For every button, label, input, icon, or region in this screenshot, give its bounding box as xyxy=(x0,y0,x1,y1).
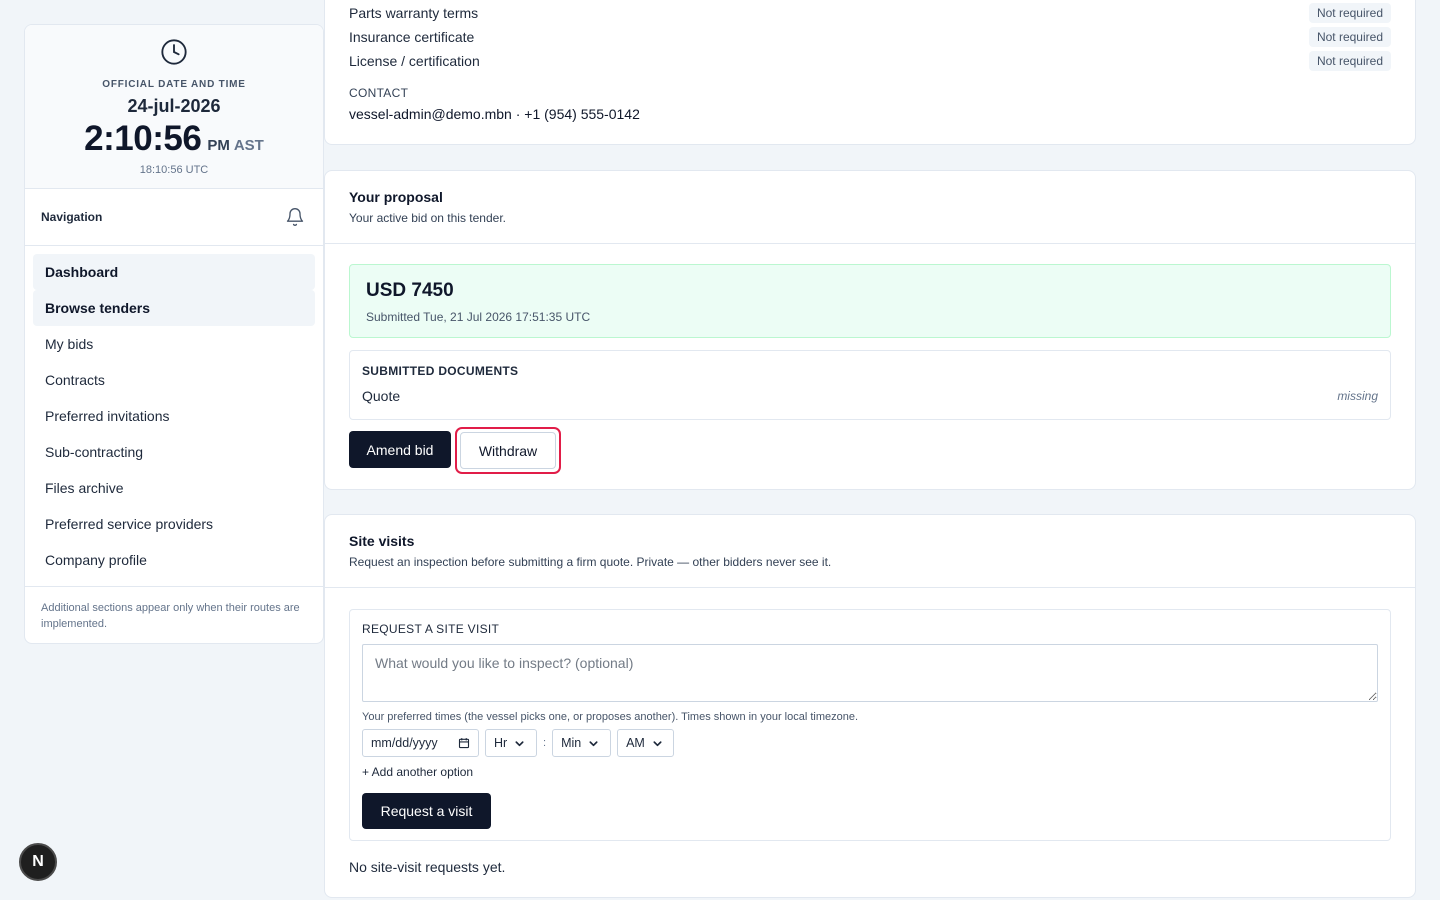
calendar-icon xyxy=(458,738,470,749)
clock-utc: 18:10:56 UTC xyxy=(139,164,209,176)
document-status: missing xyxy=(1337,389,1378,403)
proposal-title: Your proposal xyxy=(349,189,443,205)
inspection-notes-input[interactable] xyxy=(362,644,1378,702)
proposal-subtitle: Your active bid on this tender. xyxy=(349,211,506,225)
sidebar: OFFICIAL DATE AND TIME 24-jul-2026 2:10:… xyxy=(24,24,324,644)
dev-tools-badge-label: N xyxy=(32,853,44,870)
site-visits-subtitle: Request an inspection before submitting … xyxy=(349,555,832,569)
withdraw-button[interactable]: Withdraw xyxy=(460,432,556,469)
proposal-card: Your proposal Your active bid on this te… xyxy=(324,170,1416,490)
ampm-select[interactable]: AM xyxy=(617,729,675,757)
sidebar-item-company-profile[interactable]: Company profile xyxy=(33,542,315,578)
minute-select[interactable]: Min xyxy=(552,729,612,757)
clock-time: 2:10:56 xyxy=(84,119,202,158)
site-visit-form-title: REQUEST A SITE VISIT xyxy=(362,622,500,636)
preferred-times-hint: Your preferred times (the vessel picks o… xyxy=(362,711,859,723)
bid-submitted-date: Submitted Tue, 21 Jul 2026 17:51:35 UTC xyxy=(366,310,591,324)
chevron-down-icon xyxy=(653,740,662,746)
clock-time-row: 2:10:56 PM AST xyxy=(25,119,323,159)
site-visits-header: Site visits Request an inspection before… xyxy=(325,515,1415,588)
documents-title: SUBMITTED DOCUMENTS xyxy=(362,364,519,378)
document-name: Quote xyxy=(362,388,401,404)
nav-header: Navigation xyxy=(25,189,323,246)
add-time-option-link[interactable]: + Add another option xyxy=(362,765,473,779)
sidebar-item-my-bids[interactable]: My bids xyxy=(33,326,315,362)
requirement-label: Insurance certificate xyxy=(349,29,475,45)
sidebar-item-dashboard[interactable]: Dashboard xyxy=(33,254,315,290)
amend-bid-button[interactable]: Amend bid xyxy=(349,431,451,468)
clock-date: 24-jul-2026 xyxy=(127,96,221,116)
requirements-card: Parts warranty terms Not required Insura… xyxy=(324,0,1416,145)
proposal-header: Your proposal Your active bid on this te… xyxy=(325,171,1415,244)
official-clock: OFFICIAL DATE AND TIME 24-jul-2026 2:10:… xyxy=(25,25,323,189)
contact-value: vessel-admin@demo.mbn · +1 (954) 555-014… xyxy=(349,106,640,122)
bid-summary: USD 7450 Submitted Tue, 21 Jul 2026 17:5… xyxy=(349,264,1391,338)
clock-icon xyxy=(161,39,187,65)
chevron-down-icon xyxy=(589,740,598,746)
requirement-label: Parts warranty terms xyxy=(349,5,479,21)
requirement-row: Parts warranty terms Not required xyxy=(349,1,1391,25)
dev-tools-badge[interactable]: N xyxy=(19,843,57,881)
list-item: Quote missing xyxy=(362,388,1378,404)
status-badge: Not required xyxy=(1308,3,1391,23)
hour-select[interactable]: Hr xyxy=(485,729,537,757)
site-visits-empty-state: No site-visit requests yet. xyxy=(349,859,506,875)
bell-icon[interactable] xyxy=(285,207,305,227)
sidebar-item-sub-contracting[interactable]: Sub-contracting xyxy=(33,434,315,470)
nav-list: Dashboard Browse tenders My bids Contrac… xyxy=(25,246,323,587)
hour-select-value: Hr xyxy=(494,736,508,750)
date-input[interactable]: mm/dd/yyyy xyxy=(362,729,479,757)
sidebar-item-files-archive[interactable]: Files archive xyxy=(33,470,315,506)
request-visit-button[interactable]: Request a visit xyxy=(362,793,491,829)
site-visits-card: Site visits Request an inspection before… xyxy=(324,514,1416,898)
submitted-documents: SUBMITTED DOCUMENTS Quote missing xyxy=(349,350,1391,420)
sidebar-item-preferred-invitations[interactable]: Preferred invitations xyxy=(33,398,315,434)
nav-title: Navigation xyxy=(41,210,103,224)
requirement-row: Insurance certificate Not required xyxy=(349,25,1391,49)
time-separator: : xyxy=(543,737,547,749)
sidebar-item-browse-tenders[interactable]: Browse tenders xyxy=(33,290,315,326)
contact-label: CONTACT xyxy=(349,86,409,100)
sidebar-item-contracts[interactable]: Contracts xyxy=(33,362,315,398)
ampm-select-value: AM xyxy=(626,736,645,750)
bid-price: USD 7450 xyxy=(366,280,454,301)
site-visits-title: Site visits xyxy=(349,533,415,549)
status-badge: Not required xyxy=(1308,51,1391,71)
requirement-row: License / certification Not required xyxy=(349,49,1391,73)
time-option-row: mm/dd/yyyy Hr : Min AM xyxy=(362,729,1378,757)
clock-ampm: PM xyxy=(207,137,230,154)
clock-timezone: AST xyxy=(233,137,264,154)
date-placeholder: mm/dd/yyyy xyxy=(371,736,438,750)
clock-label: OFFICIAL DATE AND TIME xyxy=(102,79,246,90)
site-visit-form: REQUEST A SITE VISIT Your preferred time… xyxy=(349,609,1391,841)
chevron-down-icon xyxy=(515,740,524,746)
sidebar-item-preferred-service-providers[interactable]: Preferred service providers xyxy=(33,506,315,542)
status-badge: Not required xyxy=(1308,27,1391,47)
minute-select-value: Min xyxy=(561,736,582,750)
nav-note: Additional sections appear only when the… xyxy=(41,602,300,630)
requirement-label: License / certification xyxy=(349,53,480,69)
